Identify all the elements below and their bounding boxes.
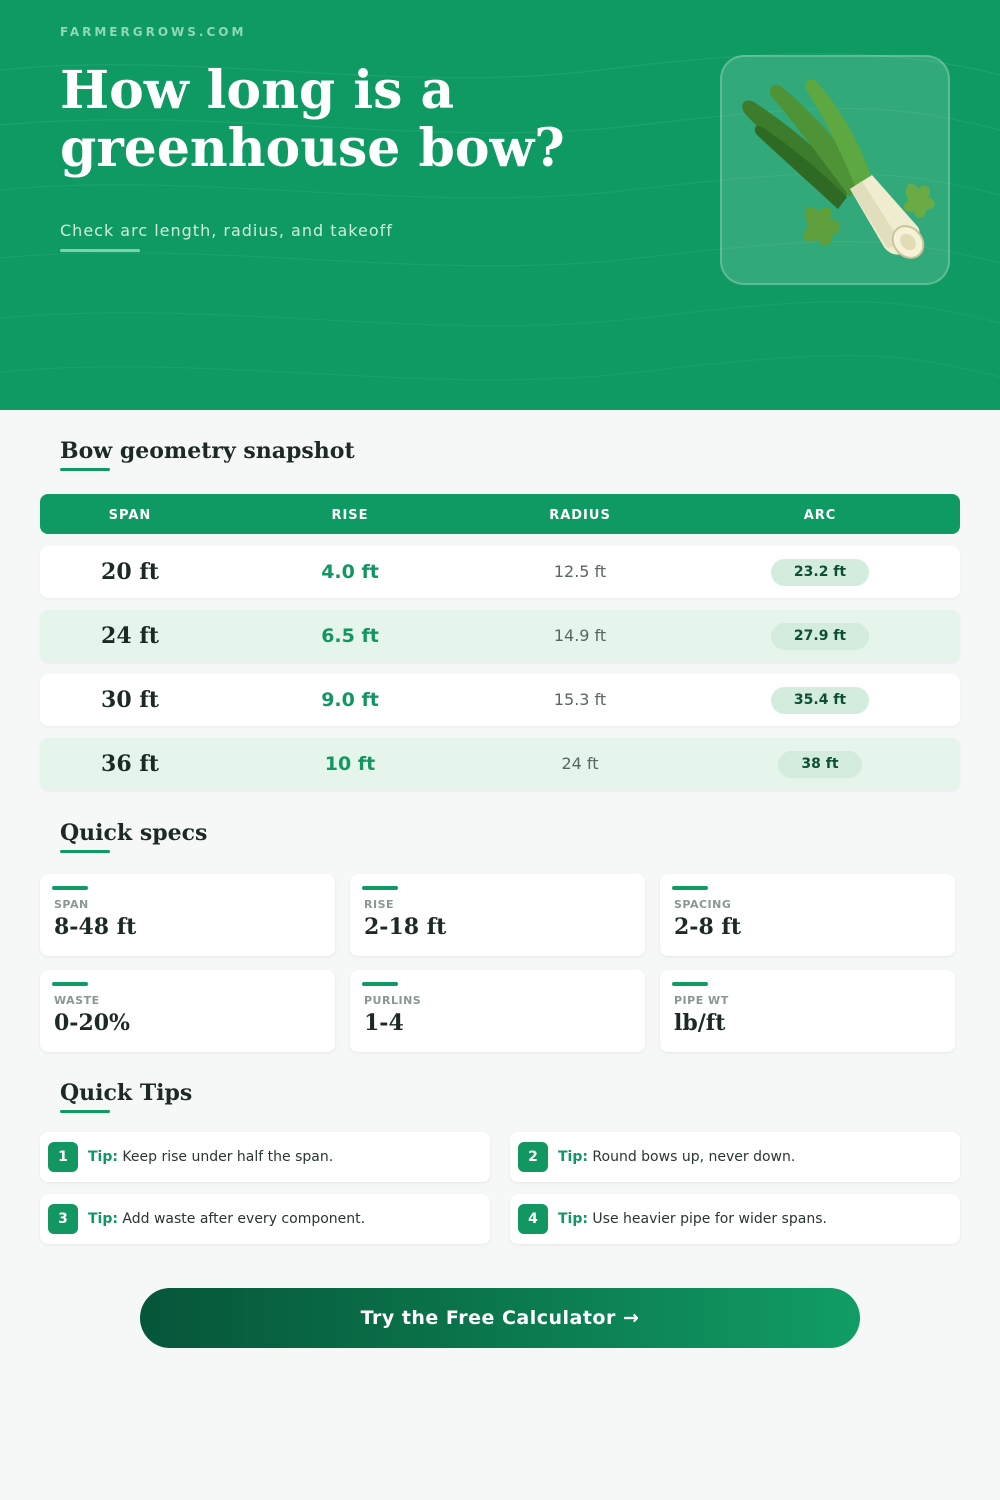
section-title-geometry: Bow geometry snapshot — [60, 438, 355, 464]
leek-icon — [742, 79, 935, 259]
section-underline — [60, 468, 110, 471]
cell-span: 36 ft — [101, 751, 159, 777]
cell-radius: 24 ft — [561, 754, 599, 773]
subtitle-underline — [60, 249, 140, 252]
spec-accent-bar — [362, 982, 398, 986]
tip-card: 4 Tip: Use heavier pipe for wider spans. — [510, 1194, 960, 1244]
tip-number-badge: 3 — [48, 1204, 78, 1234]
hero-image-card — [720, 55, 950, 285]
spec-value: lb/ft — [674, 1010, 726, 1036]
arc-badge: 23.2 ft — [770, 559, 870, 586]
tip-label: Tip: — [88, 1149, 118, 1165]
cell-radius: 12.5 ft — [553, 562, 607, 581]
tip-number-badge: 1 — [48, 1142, 78, 1172]
page-subtitle: Check arc length, radius, and takeoff — [60, 221, 393, 240]
tip-card: 3 Tip: Add waste after every component. — [40, 1194, 490, 1244]
spec-accent-bar — [52, 982, 88, 986]
tip-label: Tip: — [558, 1149, 588, 1165]
spec-value: 0-20% — [54, 1010, 130, 1036]
arc-badge: 38 ft — [778, 751, 862, 778]
spec-label: WASTE — [54, 994, 100, 1007]
cell-span: 24 ft — [101, 623, 159, 649]
column-header-rise: RISE — [331, 508, 369, 523]
tip-card: 1 Tip: Keep rise under half the span. — [40, 1132, 490, 1182]
spec-value: 8-48 ft — [54, 914, 137, 940]
spec-accent-bar — [672, 982, 708, 986]
spec-card-rise: RISE 2-18 ft — [350, 874, 645, 956]
spec-label: PURLINS — [364, 994, 422, 1007]
spec-value: 2-18 ft — [364, 914, 447, 940]
cell-arc: 38 ft — [700, 738, 940, 790]
cell-radius: 15.3 ft — [553, 690, 607, 709]
cell-arc: 35.4 ft — [700, 674, 940, 726]
section-underline — [60, 1110, 110, 1113]
spec-label: SPAN — [54, 898, 89, 911]
spec-card-span: SPAN 8-48 ft — [40, 874, 335, 956]
arc-badge: 35.4 ft — [770, 687, 870, 714]
page-title: How long is a greenhouse bow? — [60, 60, 565, 179]
spec-card-purlins: PURLINS 1-4 — [350, 970, 645, 1052]
spec-card-spacing: SPACING 2-8 ft — [660, 874, 955, 956]
section-title-specs: Quick specs — [60, 820, 208, 846]
cell-radius: 14.9 ft — [553, 626, 607, 645]
spec-label: RISE — [364, 898, 394, 911]
cell-rise: 6.5 ft — [321, 625, 379, 647]
cell-rise: 4.0 ft — [321, 561, 379, 583]
spec-value: 1-4 — [364, 1010, 404, 1036]
table-row: 30 ft 9.0 ft 15.3 ft 35.4 ft — [40, 674, 960, 726]
column-header-arc: ARC — [803, 508, 837, 523]
tip-number-badge: 4 — [518, 1204, 548, 1234]
cell-arc: 23.2 ft — [700, 546, 940, 598]
tip-body: Keep rise under half the span. — [122, 1149, 334, 1165]
tip-text: Tip: Use heavier pipe for wider spans. — [558, 1194, 827, 1244]
cell-rise: 10 ft — [324, 753, 376, 775]
spec-card-pipe-weight: PIPE WT lb/ft — [660, 970, 955, 1052]
column-header-radius: RADIUS — [549, 508, 611, 523]
cell-arc: 27.9 ft — [700, 610, 940, 662]
tip-text: Tip: Add waste after every component. — [88, 1194, 365, 1244]
brand-name[interactable]: FARMERGROWS.COM — [60, 25, 246, 39]
tip-label: Tip: — [558, 1211, 588, 1227]
tip-card: 2 Tip: Round bows up, never down. — [510, 1132, 960, 1182]
hero-banner: FARMERGROWS.COM How long is a greenhouse… — [0, 0, 1000, 410]
spec-card-waste: WASTE 0-20% — [40, 970, 335, 1052]
table-row: 36 ft 10 ft 24 ft 38 ft — [40, 738, 960, 790]
tip-number-badge: 2 — [518, 1142, 548, 1172]
table-row: 24 ft 6.5 ft 14.9 ft 27.9 ft — [40, 610, 960, 662]
cell-span: 30 ft — [101, 687, 159, 713]
spec-label: SPACING — [674, 898, 732, 911]
section-underline — [60, 850, 110, 853]
tip-label: Tip: — [88, 1211, 118, 1227]
spec-value: 2-8 ft — [674, 914, 742, 940]
spec-accent-bar — [362, 886, 398, 890]
arc-badge: 27.9 ft — [770, 623, 870, 650]
spec-label: PIPE WT — [674, 994, 729, 1007]
tip-body: Round bows up, never down. — [592, 1149, 796, 1165]
free-calculator-button[interactable]: Try the Free Calculator → — [140, 1288, 860, 1348]
column-header-span: SPAN — [108, 508, 152, 523]
section-title-tips: Quick Tips — [60, 1080, 193, 1106]
cell-rise: 9.0 ft — [321, 689, 379, 711]
table-header: SPAN RISE RADIUS ARC — [40, 494, 960, 534]
tip-body: Add waste after every component. — [122, 1211, 366, 1227]
tip-body: Use heavier pipe for wider spans. — [592, 1211, 827, 1227]
tip-text: Tip: Keep rise under half the span. — [88, 1132, 333, 1182]
cell-span: 20 ft — [101, 559, 159, 585]
spec-accent-bar — [672, 886, 708, 890]
spec-accent-bar — [52, 886, 88, 890]
table-row: 20 ft 4.0 ft 12.5 ft 23.2 ft — [40, 546, 960, 598]
tip-text: Tip: Round bows up, never down. — [558, 1132, 795, 1182]
